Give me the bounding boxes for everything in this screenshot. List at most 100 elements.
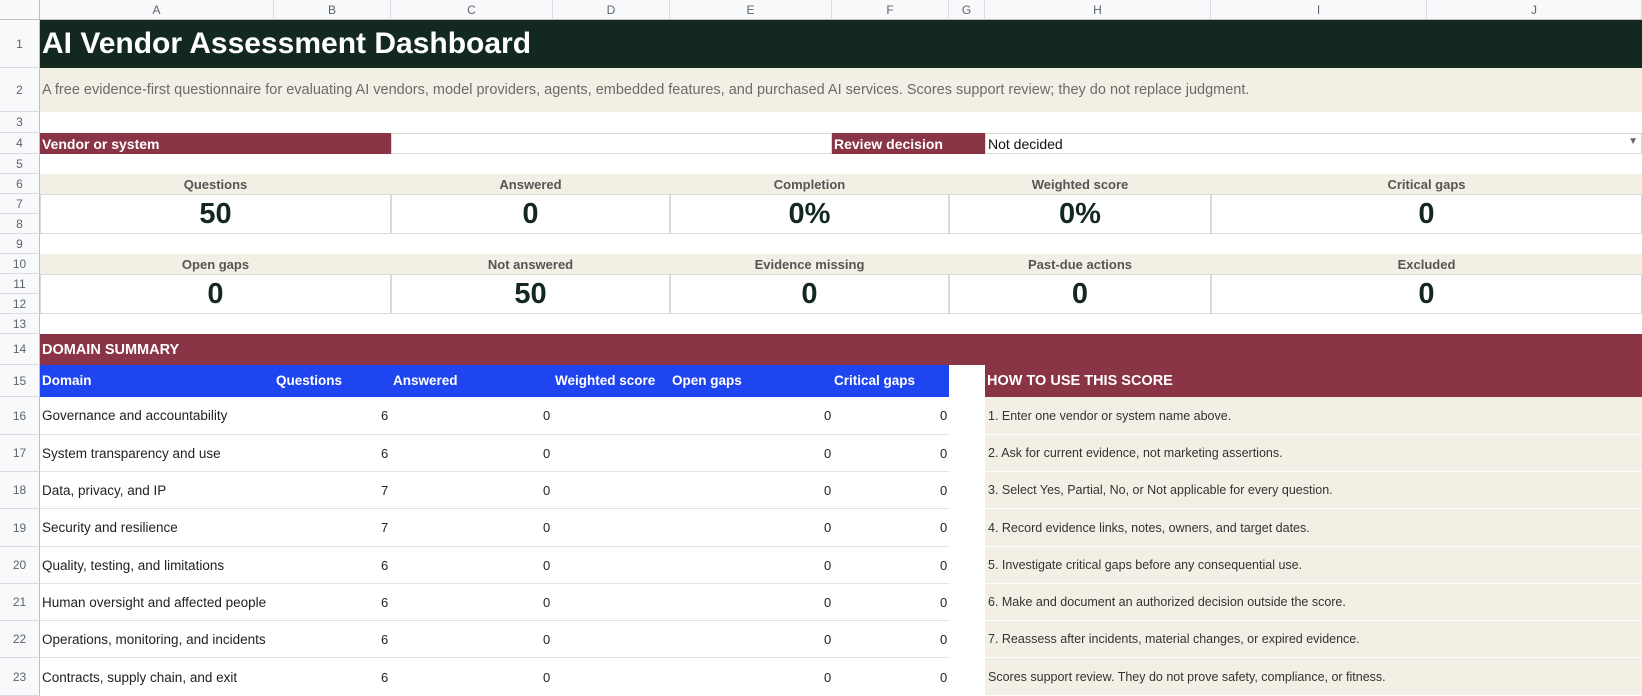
table-row[interactable]: Data, privacy, and IP 7 0 0 0 xyxy=(40,472,949,509)
domain-questions: 6 xyxy=(381,594,389,610)
domain-name: Operations, monitoring, and incidents xyxy=(42,631,266,647)
column-header-d[interactable]: D xyxy=(553,0,670,20)
header-answered[interactable]: Answered xyxy=(393,373,458,388)
howto-step-7: 7. Reassess after incidents, material ch… xyxy=(985,621,1642,658)
domain-answered: 0 xyxy=(543,669,551,685)
row-header-13[interactable]: 13 xyxy=(0,314,40,334)
kpi-value-excluded: 0 xyxy=(1211,274,1642,314)
howto-step-4: 4. Record evidence links, notes, owners,… xyxy=(985,509,1642,547)
dashboard-title: AI Vendor Assessment Dashboard xyxy=(40,20,1642,68)
howto-step-1: 1. Enter one vendor or system name above… xyxy=(985,397,1642,435)
domain-open-gaps: 0 xyxy=(824,594,832,610)
review-decision-label: Review decision xyxy=(832,133,985,154)
kpi-label-completion: Completion xyxy=(670,174,949,194)
row-header-12[interactable]: 12 xyxy=(0,294,40,314)
domain-name: Human oversight and affected people xyxy=(42,594,267,610)
row-header-8[interactable]: 8 xyxy=(0,214,40,234)
domain-questions: 6 xyxy=(381,408,389,423)
howto-step-3: 3. Select Yes, Partial, No, or Not appli… xyxy=(985,472,1642,509)
domain-critical-gaps: 0 xyxy=(940,445,948,461)
domain-name: Data, privacy, and IP xyxy=(42,482,167,498)
domain-name: Quality, testing, and limitations xyxy=(42,557,225,573)
domain-critical-gaps: 0 xyxy=(940,669,948,685)
kpi-label-open-gaps: Open gaps xyxy=(40,254,391,274)
table-row[interactable]: Contracts, supply chain, and exit 6 0 0 … xyxy=(40,658,949,696)
column-header-i[interactable]: I xyxy=(1211,0,1427,20)
kpi-value-open-gaps: 0 xyxy=(40,274,391,314)
column-header-h[interactable]: H xyxy=(985,0,1211,20)
column-header-b[interactable]: B xyxy=(274,0,391,20)
kpi-value-evidence-missing: 0 xyxy=(670,274,949,314)
column-header-f[interactable]: F xyxy=(832,0,949,20)
domain-name: Governance and accountability xyxy=(42,408,228,423)
row-header-17[interactable]: 17 xyxy=(0,435,40,472)
howto-disclaimer: Scores support review. They do not prove… xyxy=(985,658,1642,696)
review-decision-dropdown[interactable]: Not decided ▼ xyxy=(985,133,1642,154)
row-header-9[interactable]: 9 xyxy=(0,234,40,254)
row-header-1[interactable]: 1 xyxy=(0,20,40,68)
review-decision-value: Not decided xyxy=(988,135,1063,152)
vendor-label: Vendor or system xyxy=(40,133,391,154)
row-header-2[interactable]: 2 xyxy=(0,68,40,112)
header-weighted-score[interactable]: Weighted score xyxy=(555,373,655,388)
table-row[interactable]: Human oversight and affected people 6 0 … xyxy=(40,584,949,621)
domain-open-gaps: 0 xyxy=(824,482,832,498)
kpi-value-not-answered: 50 xyxy=(391,274,670,314)
vendor-input[interactable] xyxy=(391,133,832,154)
row-header-23[interactable]: 23 xyxy=(0,658,40,696)
domain-open-gaps: 0 xyxy=(824,408,832,423)
row-header-14[interactable]: 14 xyxy=(0,334,40,365)
domain-open-gaps: 0 xyxy=(824,557,832,573)
table-row[interactable]: Security and resilience 7 0 0 0 xyxy=(40,509,949,547)
kpi-value-questions: 50 xyxy=(40,194,391,234)
row-header-16[interactable]: 16 xyxy=(0,397,40,435)
row-header-7[interactable]: 7 xyxy=(0,194,40,214)
row-header-22[interactable]: 22 xyxy=(0,621,40,658)
column-header-g[interactable]: G xyxy=(949,0,985,20)
domain-summary-header: DOMAIN SUMMARY xyxy=(40,334,1642,365)
table-row[interactable]: Governance and accountability 6 0 0 0 xyxy=(40,397,949,435)
kpi-label-past-due-actions: Past-due actions xyxy=(949,254,1211,274)
row-header-15[interactable]: 15 xyxy=(0,365,40,397)
kpi-value-past-due-actions: 0 xyxy=(949,274,1211,314)
domain-questions: 6 xyxy=(381,445,389,461)
row-header-4[interactable]: 4 xyxy=(0,133,40,154)
table-row[interactable]: System transparency and use 6 0 0 0 xyxy=(40,435,949,472)
row-header-18[interactable]: 18 xyxy=(0,472,40,509)
select-all-corner[interactable] xyxy=(0,0,40,20)
domain-critical-gaps: 0 xyxy=(940,520,948,535)
howto-step-5: 5. Investigate critical gaps before any … xyxy=(985,547,1642,584)
domain-answered: 0 xyxy=(543,594,551,610)
domain-questions: 6 xyxy=(381,557,389,573)
domain-open-gaps: 0 xyxy=(824,631,832,647)
domain-open-gaps: 0 xyxy=(824,520,832,535)
dropdown-arrow-icon[interactable]: ▼ xyxy=(1628,136,1638,147)
domain-questions: 6 xyxy=(381,631,389,647)
row-header-21[interactable]: 21 xyxy=(0,584,40,621)
kpi-label-critical-gaps: Critical gaps xyxy=(1211,174,1642,194)
column-header-c[interactable]: C xyxy=(391,0,553,20)
row-header-19[interactable]: 19 xyxy=(0,509,40,547)
kpi-label-excluded: Excluded xyxy=(1211,254,1642,274)
kpi-label-questions: Questions xyxy=(40,174,391,194)
header-domain[interactable]: Domain xyxy=(42,373,92,388)
row-header-11[interactable]: 11 xyxy=(0,274,40,294)
row-header-6[interactable]: 6 xyxy=(0,174,40,194)
header-questions[interactable]: Questions xyxy=(276,373,342,388)
header-critical-gaps[interactable]: Critical gaps xyxy=(834,373,915,388)
row-header-3[interactable]: 3 xyxy=(0,112,40,133)
row-header-5[interactable]: 5 xyxy=(0,154,40,174)
table-row[interactable]: Quality, testing, and limitations 6 0 0 … xyxy=(40,547,949,584)
kpi-label-weighted-score: Weighted score xyxy=(949,174,1211,194)
domain-critical-gaps: 0 xyxy=(940,594,948,610)
domain-answered: 0 xyxy=(543,408,551,423)
row-header-10[interactable]: 10 xyxy=(0,254,40,274)
table-row[interactable]: Operations, monitoring, and incidents 6 … xyxy=(40,621,949,658)
header-open-gaps[interactable]: Open gaps xyxy=(672,373,742,388)
column-header-a[interactable]: A xyxy=(40,0,274,20)
row-header-20[interactable]: 20 xyxy=(0,547,40,584)
column-header-j[interactable]: J xyxy=(1427,0,1642,20)
kpi-value-answered: 0 xyxy=(391,194,670,234)
domain-critical-gaps: 0 xyxy=(940,557,948,573)
column-header-e[interactable]: E xyxy=(670,0,832,20)
